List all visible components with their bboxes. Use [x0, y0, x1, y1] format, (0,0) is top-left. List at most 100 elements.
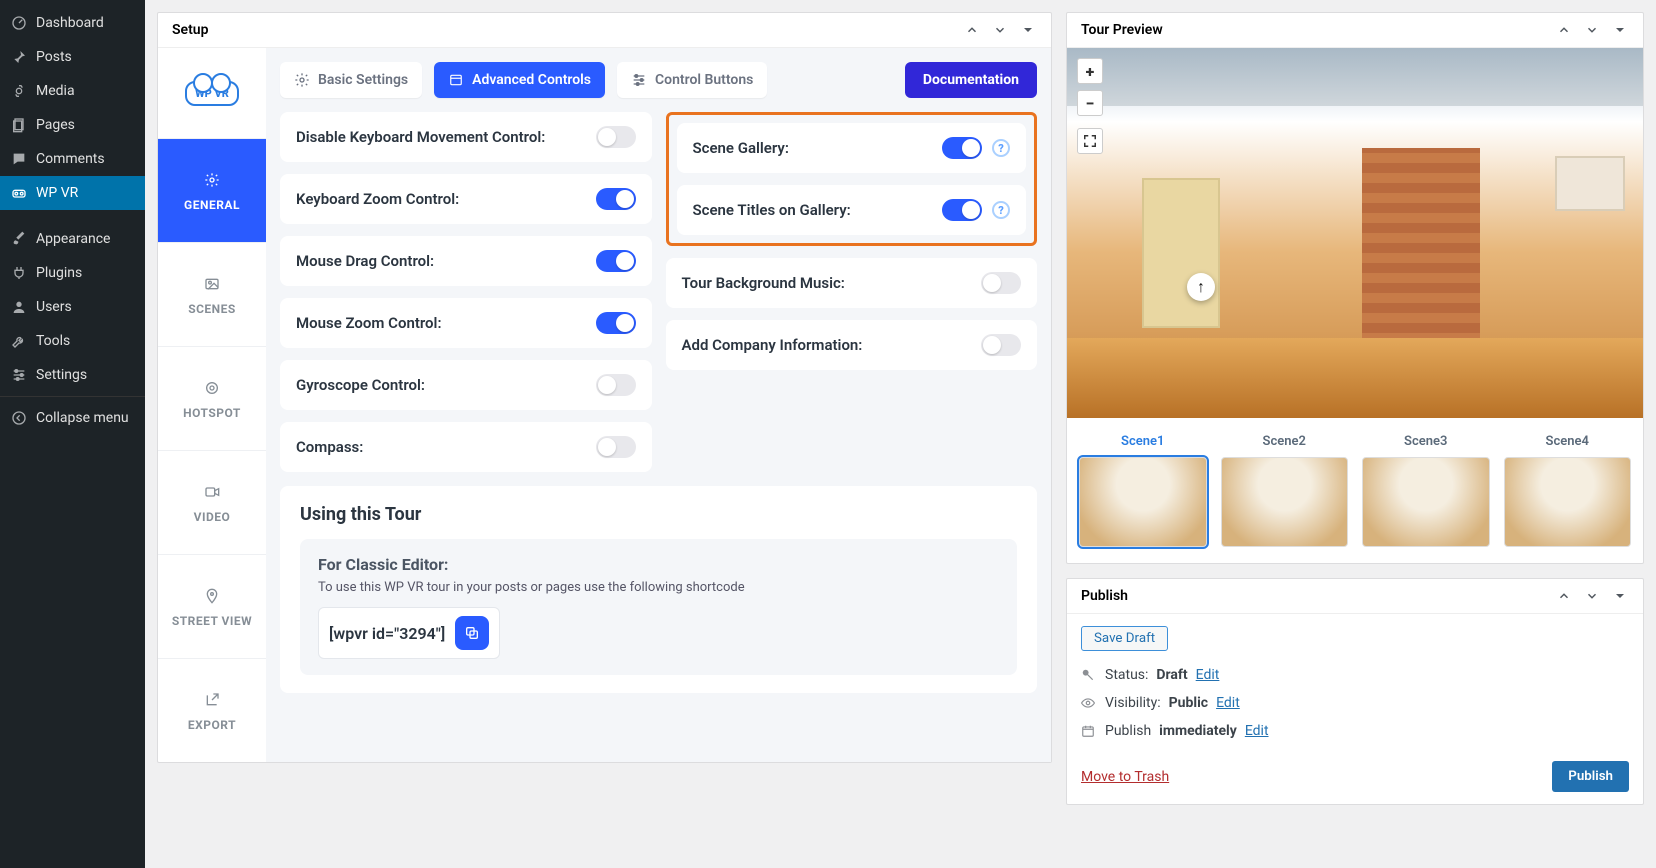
tour-preview-panel: Tour Preview + −	[1066, 12, 1644, 564]
save-draft-button[interactable]: Save Draft	[1081, 626, 1168, 651]
wp-menu-posts[interactable]: Posts	[0, 40, 145, 74]
vtab-video[interactable]: VIDEO	[158, 450, 266, 554]
wp-menu-settings[interactable]: Settings	[0, 358, 145, 392]
scene-thumb-1[interactable]: Scene1	[1079, 434, 1207, 547]
sliders-icon	[10, 366, 28, 384]
scene-thumb-image	[1221, 457, 1349, 547]
toggle-card-scene-titles-on-gallery: Scene Titles on Gallery: ?	[677, 185, 1027, 235]
visibility-label: Visibility:	[1105, 695, 1161, 711]
image-icon	[202, 274, 222, 294]
preview-title: Tour Preview	[1081, 22, 1163, 38]
export-icon	[202, 690, 222, 710]
help-icon[interactable]: ?	[992, 139, 1010, 157]
gear-icon	[202, 170, 222, 190]
publish-schedule-edit-link[interactable]: Edit	[1245, 723, 1269, 739]
wp-menu-plugins[interactable]: Plugins	[0, 256, 145, 290]
pages-icon	[10, 116, 28, 134]
wp-menu-collapse-menu[interactable]: Collapse menu	[0, 401, 145, 435]
help-icon[interactable]: ?	[992, 201, 1010, 219]
panel-down-icon[interactable]	[991, 21, 1009, 39]
shortcode-text: [wpvr id="3294"]	[329, 624, 445, 643]
user-icon	[10, 298, 28, 316]
brush-icon	[10, 230, 28, 248]
htab-advanced-controls[interactable]: Advanced Controls	[434, 62, 605, 98]
zoom-out-button[interactable]: −	[1077, 90, 1103, 116]
scene-thumb-image	[1362, 457, 1490, 547]
wp-menu-wp-vr[interactable]: WP VR	[0, 176, 145, 210]
plug-icon	[10, 264, 28, 282]
toggle-scene-titles-on-gallery[interactable]	[942, 199, 982, 221]
status-value: Draft	[1156, 667, 1187, 683]
scene-thumb-2[interactable]: Scene2	[1221, 434, 1349, 547]
toggle-label: Tour Background Music:	[682, 274, 845, 292]
toggle-compass[interactable]	[596, 436, 636, 458]
toggle-label: Mouse Drag Control:	[296, 252, 434, 270]
publish-down-icon[interactable]	[1583, 587, 1601, 605]
wp-menu-comments[interactable]: Comments	[0, 142, 145, 176]
wp-menu-appearance[interactable]: Appearance	[0, 222, 145, 256]
toggle-label: Scene Titles on Gallery:	[693, 201, 851, 219]
calendar-icon	[1081, 724, 1097, 738]
eye-icon	[1081, 696, 1097, 710]
marker-icon	[202, 586, 222, 606]
comment-icon	[10, 150, 28, 168]
toggle-disable-keyboard-movement-control[interactable]	[596, 126, 636, 148]
preview-up-icon[interactable]	[1555, 21, 1573, 39]
vtab-general[interactable]: GENERAL	[158, 138, 266, 242]
setup-title: Setup	[172, 22, 208, 38]
vtab-scenes[interactable]: SCENES	[158, 242, 266, 346]
wp-menu-users[interactable]: Users	[0, 290, 145, 324]
vtab-hotspot[interactable]: HOTSPOT	[158, 346, 266, 450]
toggle-card-scene-gallery: Scene Gallery: ?	[677, 123, 1027, 173]
hotspot-marker[interactable]: ↑	[1187, 273, 1215, 301]
toggle-keyboard-zoom-control[interactable]	[596, 188, 636, 210]
scene-thumb-image	[1504, 457, 1632, 547]
wp-menu-tools[interactable]: Tools	[0, 324, 145, 358]
fullscreen-button[interactable]	[1077, 128, 1103, 154]
vr-icon	[10, 184, 28, 202]
toggle-scene-gallery[interactable]	[942, 137, 982, 159]
htab-basic-settings[interactable]: Basic Settings	[280, 62, 422, 98]
gear-icon	[294, 72, 310, 88]
panorama-viewer[interactable]: + − ↑	[1067, 48, 1643, 418]
vtab-export[interactable]: EXPORT	[158, 658, 266, 762]
wp-menu-media[interactable]: Media	[0, 74, 145, 108]
scene-thumb-3[interactable]: Scene3	[1362, 434, 1490, 547]
panel-collapse-icon[interactable]	[1019, 21, 1037, 39]
status-edit-link[interactable]: Edit	[1196, 667, 1220, 683]
classic-editor-label: For Classic Editor:	[318, 555, 999, 574]
move-to-trash-link[interactable]: Move to Trash	[1081, 769, 1169, 785]
copy-shortcode-button[interactable]	[455, 616, 489, 650]
sliders-icon	[631, 72, 647, 88]
publish-schedule-value: immediately	[1159, 723, 1237, 739]
toggle-card-gyroscope-control: Gyroscope Control:	[280, 360, 652, 410]
preview-down-icon[interactable]	[1583, 21, 1601, 39]
zoom-in-button[interactable]: +	[1077, 58, 1103, 84]
wpvr-logo: WP VR	[158, 48, 266, 138]
dashboard-icon	[10, 14, 28, 32]
wrench-icon	[10, 332, 28, 350]
toggle-mouse-zoom-control[interactable]	[596, 312, 636, 334]
publish-button[interactable]: Publish	[1552, 761, 1629, 792]
toggle-label: Disable Keyboard Movement Control:	[296, 128, 545, 146]
toggle-label: Gyroscope Control:	[296, 376, 425, 394]
vtab-street-view[interactable]: STREET VIEW	[158, 554, 266, 658]
preview-collapse-icon[interactable]	[1611, 21, 1629, 39]
publish-title: Publish	[1081, 588, 1128, 604]
toggle-label: Compass:	[296, 438, 363, 456]
pin-key-icon	[1081, 668, 1097, 682]
toggle-mouse-drag-control[interactable]	[596, 250, 636, 272]
documentation-button[interactable]: Documentation	[905, 62, 1037, 98]
toggle-card-keyboard-zoom-control: Keyboard Zoom Control:	[280, 174, 652, 224]
toggle-add-company-information[interactable]	[981, 334, 1021, 356]
wp-menu-pages[interactable]: Pages	[0, 108, 145, 142]
htab-control-buttons[interactable]: Control Buttons	[617, 62, 767, 98]
toggle-gyroscope-control[interactable]	[596, 374, 636, 396]
scene-thumb-4[interactable]: Scene4	[1504, 434, 1632, 547]
visibility-edit-link[interactable]: Edit	[1216, 695, 1240, 711]
toggle-tour-background-music[interactable]	[981, 272, 1021, 294]
panel-up-icon[interactable]	[963, 21, 981, 39]
publish-up-icon[interactable]	[1555, 587, 1573, 605]
wp-menu-dashboard[interactable]: Dashboard	[0, 6, 145, 40]
publish-collapse-icon[interactable]	[1611, 587, 1629, 605]
